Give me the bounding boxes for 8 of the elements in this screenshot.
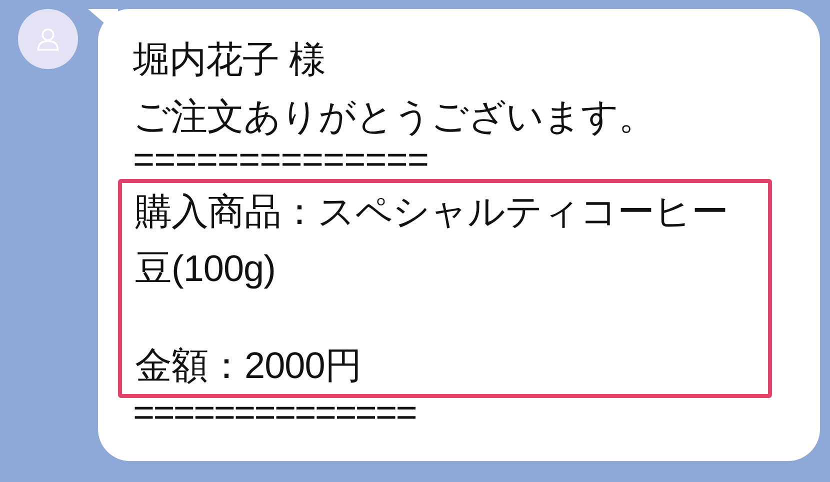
message-line: 購入商品：スペシャルティコーヒー	[135, 190, 729, 234]
message-line: 堀内花子 様	[132, 38, 326, 82]
message-line: 豆(100g)	[135, 247, 276, 291]
message-line: ==============	[132, 398, 417, 428]
person-icon	[35, 26, 61, 52]
message-line: 金額：2000円	[135, 344, 362, 388]
message-line: ご注文ありがとうございます。	[132, 95, 656, 139]
message-line: ==============	[132, 145, 430, 175]
